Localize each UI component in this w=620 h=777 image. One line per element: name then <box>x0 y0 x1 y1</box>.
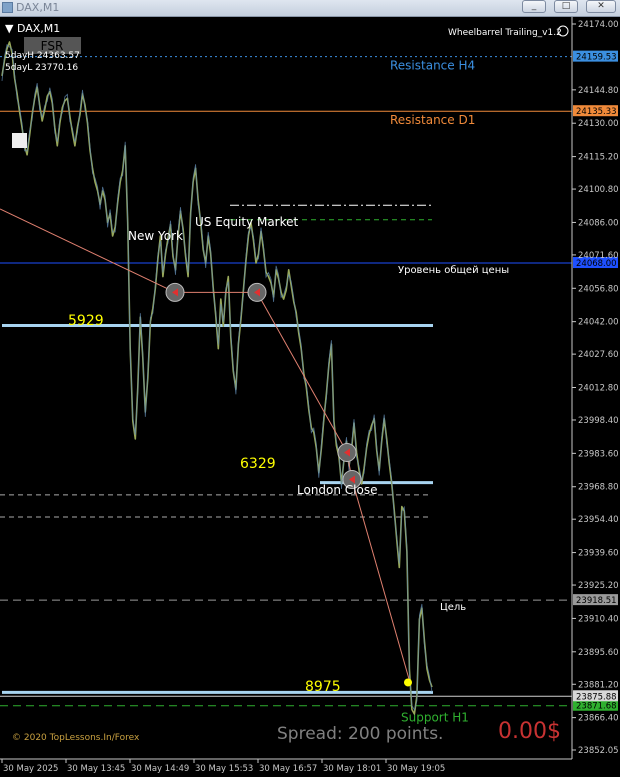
x-tick-label-2: 30 May 14:49 <box>131 764 189 774</box>
window-title: DAX,M1 <box>16 1 60 14</box>
zone-number-3: 8975 <box>305 679 341 695</box>
level-label-0: Resistance H4 <box>390 59 475 73</box>
level-label-2: Уровень общей цены <box>398 265 509 276</box>
session-label-new-york: New York <box>128 229 183 243</box>
y-tick-label-14: 23954.40 <box>578 515 619 525</box>
x-tick-label-1: 30 May 13:45 <box>67 764 125 774</box>
y-tick-label-18: 23895.60 <box>578 648 619 658</box>
y-tick-label-6: 24071.60 <box>578 251 619 261</box>
level-label-4: Support H1 <box>401 711 469 725</box>
y-tick-label-12: 23983.60 <box>578 449 619 459</box>
y-tick-label-19: 23881.20 <box>578 680 619 690</box>
y-tick-label-0: 24174.00 <box>578 20 619 30</box>
copyright-text: © 2020 TopLessons.In/Forex <box>12 733 140 743</box>
session-label-london-close: London Close <box>297 483 378 497</box>
y-tick-label-17: 23910.40 <box>578 614 619 624</box>
five-day-high: 5dayH 24363.57 <box>5 51 80 61</box>
level-label-1: Resistance D1 <box>390 113 475 127</box>
y-tick-label-4: 24100.80 <box>578 185 619 195</box>
x-tick-label-0: 30 May 2025 <box>3 764 58 774</box>
close-button[interactable]: ✕ <box>586 0 616 13</box>
x-tick-label-4: 30 May 16:57 <box>259 764 317 774</box>
restore-button[interactable]: □ <box>554 0 578 13</box>
y-tick-label-11: 23998.40 <box>578 416 619 426</box>
y-tick-label-21: 23852.05 <box>578 746 619 756</box>
indicator-name: Wheelbarrel Trailing_v1.2 <box>448 28 562 38</box>
window-titlebar: DAX,M1 _ □ ✕ <box>0 0 620 17</box>
y-tick-label-2: 24130.00 <box>578 119 619 129</box>
y-tick-label-16: 23925.20 <box>578 581 619 591</box>
y-tick-label-8: 24042.00 <box>578 318 619 328</box>
target-sun-icon <box>404 678 412 687</box>
x-tick-label-3: 30 May 15:53 <box>195 764 253 774</box>
price-chart[interactable]: Resistance H4 24159.53 Resistance D1 24135.… <box>0 17 620 777</box>
y-tick-label-1: 24144.80 <box>578 86 619 96</box>
minimize-button[interactable]: _ <box>522 0 546 13</box>
zone-number-2: 6329 <box>240 456 276 472</box>
x-tick-label-6: 30 May 19:05 <box>387 764 445 774</box>
chart-object-square <box>12 133 27 148</box>
level-label-3: Цель <box>440 602 466 613</box>
x-tick-label-5: 30 May 18:01 <box>323 764 381 774</box>
level-tag-text-4: 23871.68 <box>576 702 617 712</box>
level-tag-text-3: 23918.51 <box>576 596 617 606</box>
y-tick-label-10: 24012.80 <box>578 384 619 394</box>
level-tag-text-5: 23875.88 <box>576 692 617 702</box>
app-icon <box>2 2 13 13</box>
chart-symbol: ▼ DAX,M1 <box>5 22 60 35</box>
spread-text: Spread: 200 points. <box>277 724 443 744</box>
profit-text: 0.00$ <box>498 719 561 744</box>
chart-background <box>0 17 620 777</box>
y-tick-label-3: 24115.20 <box>578 153 619 163</box>
session-label-us-equity: US Equity Market <box>195 215 299 229</box>
y-tick-label-9: 24027.60 <box>578 350 619 360</box>
level-tag-text-0: 24159.53 <box>576 53 617 63</box>
y-tick-label-13: 23968.80 <box>578 483 619 493</box>
y-tick-label-15: 23939.60 <box>578 549 619 559</box>
y-tick-label-7: 24056.80 <box>578 284 619 294</box>
price-axis: 24174.00 24144.80 24130.00 24115.20 24100.80… <box>571 17 619 759</box>
zone-number-1: 5929 <box>68 313 104 329</box>
level-tag-text-1: 24135.33 <box>576 107 617 117</box>
five-day-low: 5dayL 23770.16 <box>5 63 78 73</box>
y-tick-label-20: 23866.40 <box>578 714 619 724</box>
y-tick-label-5: 24086.00 <box>578 218 619 228</box>
